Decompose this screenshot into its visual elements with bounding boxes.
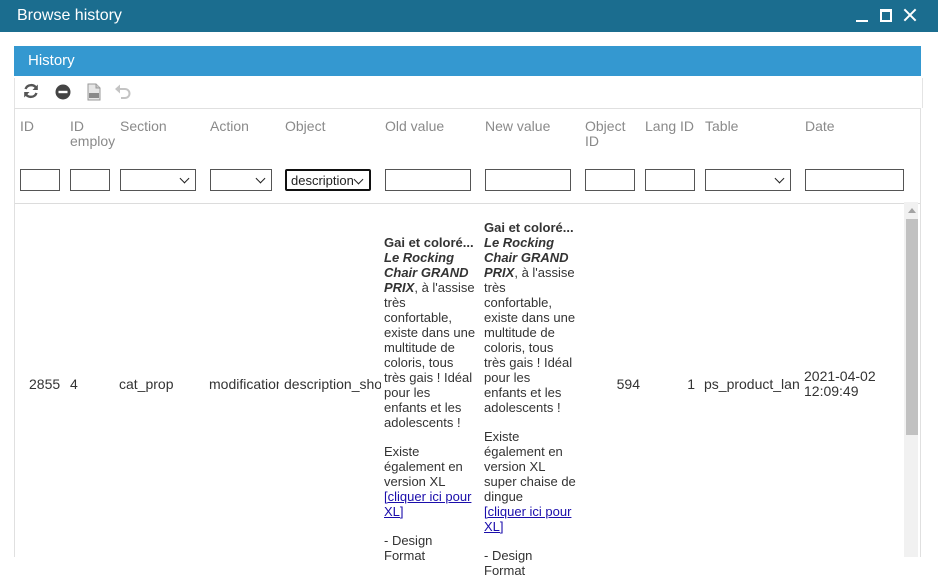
- filter-id-input[interactable]: [20, 169, 60, 191]
- header-divider: [15, 203, 920, 204]
- col-header-id[interactable]: ID: [20, 119, 60, 134]
- col-header-lang-id[interactable]: Lang ID: [645, 119, 700, 134]
- new-value-xl-link[interactable]: [cliquer ici pour XL]: [484, 504, 571, 534]
- history-grid: ID ID employee Section Action Object Old…: [14, 108, 921, 578]
- cell-old-value: Gai et coloré... Le Rocking Chair GRAND …: [384, 235, 476, 563]
- old-value-body: , à l'assise très confortable, existe da…: [384, 280, 476, 430]
- history-toolbar: [14, 78, 923, 108]
- filter-old-value-input[interactable]: [385, 169, 471, 191]
- cell-date: 2021-04-02 12:09:49: [804, 369, 894, 399]
- cell-date-day: 2021-04-02: [804, 369, 876, 384]
- filter-action-select[interactable]: [210, 169, 272, 191]
- cell-section: cat_prop: [119, 377, 174, 392]
- old-value-lead: Gai et coloré...: [384, 235, 474, 250]
- window-body-top: [0, 32, 938, 44]
- refresh-icon[interactable]: [21, 81, 41, 101]
- remove-icon[interactable]: [53, 81, 73, 101]
- filter-date-input[interactable]: [805, 169, 904, 191]
- cell-table: ps_product_lang: [704, 377, 800, 392]
- filter-object-select[interactable]: description_short: [285, 169, 371, 191]
- col-header-new-value[interactable]: New value: [485, 119, 575, 134]
- filter-new-value-input[interactable]: [485, 169, 571, 191]
- col-header-old-value[interactable]: Old value: [385, 119, 475, 134]
- undo-icon[interactable]: [113, 81, 133, 101]
- history-panel-header: History: [14, 46, 921, 76]
- new-value-xl-text: Existe également en version XL super cha…: [484, 429, 576, 504]
- filter-object-value: description_short: [291, 173, 353, 188]
- col-header-id-employee[interactable]: ID employee: [70, 119, 115, 150]
- filter-object-id-input[interactable]: [585, 169, 635, 191]
- scrollbar-thumb[interactable]: [906, 219, 918, 435]
- grid-scrollbar[interactable]: [904, 202, 918, 557]
- col-header-object[interactable]: Object: [285, 119, 375, 134]
- col-header-action[interactable]: Action: [210, 119, 280, 134]
- new-value-design: - Design Format: [484, 548, 533, 578]
- cell-id-employee: 4: [70, 377, 78, 392]
- minimize-icon[interactable]: [854, 7, 870, 23]
- cell-id: 2855: [29, 377, 61, 392]
- csv-export-icon[interactable]: [84, 81, 104, 101]
- col-header-object-id[interactable]: Object ID: [585, 119, 637, 150]
- filter-id-employee-input[interactable]: [70, 169, 110, 191]
- cell-date-time: 12:09:49: [804, 383, 859, 399]
- filter-section-select[interactable]: [120, 169, 196, 191]
- new-value-lead: Gai et coloré...: [484, 220, 574, 235]
- cell-lang-id: 1: [687, 377, 695, 392]
- new-value-body: , à l'assise très confortable, existe da…: [484, 265, 576, 415]
- window-titlebar: Browse history: [0, 0, 938, 32]
- maximize-icon[interactable]: [878, 7, 894, 23]
- cell-object: description_short: [284, 377, 381, 392]
- old-value-design: - Design Format: [384, 533, 433, 563]
- filter-table-select[interactable]: [705, 169, 791, 191]
- close-icon[interactable]: [902, 7, 918, 23]
- window-title: Browse history: [17, 7, 122, 24]
- cell-action: modification: [209, 377, 279, 392]
- cell-object-id: 594: [616, 377, 640, 392]
- scroll-up-arrow-icon[interactable]: [908, 208, 916, 213]
- col-header-date[interactable]: Date: [805, 119, 895, 134]
- old-value-xl-link[interactable]: [cliquer ici pour XL]: [384, 489, 471, 519]
- old-value-xl-text: Existe également en version XL: [384, 444, 463, 489]
- cell-new-value: Gai et coloré... Le Rocking Chair GRAND …: [484, 220, 576, 578]
- col-header-table[interactable]: Table: [705, 119, 795, 134]
- filter-lang-id-input[interactable]: [645, 169, 695, 191]
- panel-title: History: [28, 52, 75, 69]
- col-header-section[interactable]: Section: [120, 119, 200, 134]
